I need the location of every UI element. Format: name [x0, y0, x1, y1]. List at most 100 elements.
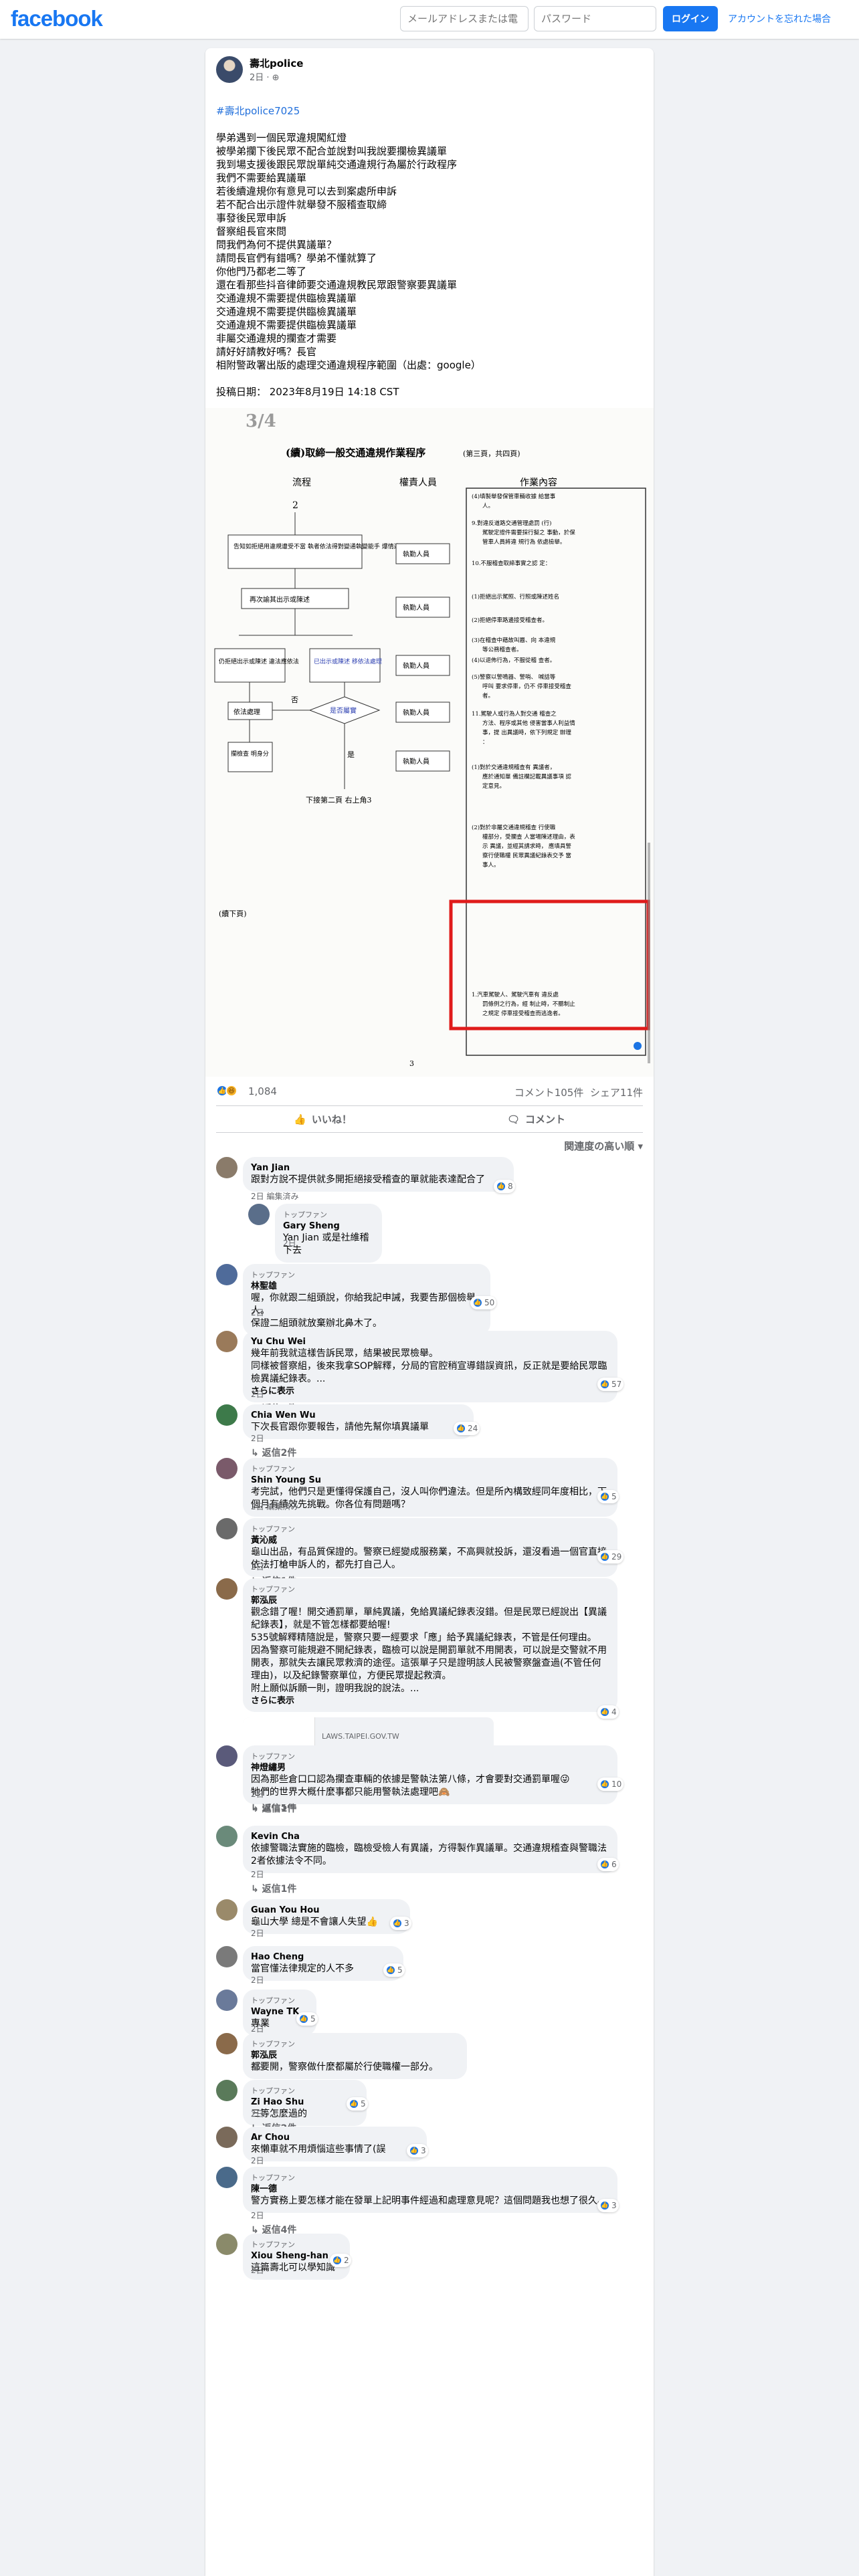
comment-meta[interactable]: 2日	[251, 2264, 264, 2276]
comment-meta[interactable]: 2日	[251, 2155, 264, 2166]
see-more-link[interactable]: さらに表示	[251, 1696, 294, 1706]
comment-reactions[interactable]: 👍 24	[454, 1422, 480, 1435]
comment-reactions[interactable]: 👍 5	[347, 2097, 368, 2111]
commenter-name[interactable]: Chia Wen Wu	[251, 1410, 466, 1421]
comment-reactions[interactable]: 👍 50	[470, 1296, 497, 1309]
commenter-name[interactable]: Hao Cheng	[251, 1951, 395, 1963]
comment-meta[interactable]: 2日	[251, 2108, 264, 2119]
like-reaction-icon: 👍	[409, 2145, 419, 2156]
comment-meta[interactable]: 2日	[283, 1237, 296, 1249]
doc-content-line: (4)以退佈行為，不服從稽 查者。	[472, 657, 555, 664]
comment-meta[interactable]: 2日	[251, 1927, 264, 1939]
commenter-name[interactable]: Shin Young Su	[251, 1475, 609, 1486]
post-hashtag[interactable]: #壽北police7025	[216, 105, 300, 117]
comment-reactions[interactable]: 👍 3	[390, 1917, 411, 1930]
commenter-avatar[interactable]	[216, 1157, 237, 1178]
speech-bubble-icon: 🗨	[506, 1113, 520, 1125]
post-image-document[interactable]: 3/4 (續)取締一般交通違規作業程序 (第三頁，共四頁) 流程 權責人員 作業…	[205, 408, 654, 1077]
comment-meta[interactable]: 2日 編集済み	[251, 1190, 298, 1202]
commenter-avatar[interactable]	[216, 2167, 237, 2188]
reaction-icons[interactable]: 👍 😆	[216, 1085, 237, 1097]
comment-meta[interactable]: 2日	[251, 2061, 264, 2072]
comment-meta[interactable]: 2日	[251, 1974, 264, 1985]
comment-meta[interactable]: 2日	[251, 1868, 264, 1880]
commenter-avatar[interactable]	[216, 1331, 237, 1352]
commenter-name[interactable]: 郭泓辰	[251, 1595, 609, 1606]
commenter-name[interactable]: 黃沁威	[251, 1535, 609, 1546]
comment-meta[interactable]: 2日 編集済み	[251, 1501, 298, 1512]
commenter-avatar[interactable]	[216, 1826, 237, 1847]
commenter-avatar[interactable]	[216, 1404, 237, 1426]
commenter-avatar[interactable]	[216, 1518, 237, 1539]
commenter-name[interactable]: Yan Jian	[251, 1162, 506, 1174]
password-input[interactable]	[534, 6, 656, 31]
commenter-avatar[interactable]	[216, 1745, 237, 1767]
comment-bubble: Hao Cheng 當官懂法律規定的人不多	[243, 1946, 403, 1981]
comment-meta[interactable]: 2日	[251, 1307, 264, 1318]
commenter-avatar[interactable]	[216, 1899, 237, 1921]
view-replies-link[interactable]: ↳ 返信1件	[251, 1882, 296, 1895]
comment-reactions[interactable]: 👍 8	[494, 1180, 515, 1193]
commenter-name[interactable]: Kevin Cha	[251, 1831, 609, 1842]
post-author[interactable]: 壽北police	[250, 56, 303, 70]
comment-button[interactable]: 🗨 コメント	[430, 1106, 643, 1132]
comment-reactions[interactable]: 👍 3	[597, 2199, 619, 2212]
commenter-avatar[interactable]	[216, 1264, 237, 1285]
share-count: シェア11件	[589, 1087, 643, 1099]
commenter-name[interactable]: Guan You Hou	[251, 1905, 402, 1916]
commenter-name[interactable]: 陳一德	[251, 2183, 609, 2195]
commenter-avatar[interactable]	[216, 2080, 237, 2101]
commenter-avatar[interactable]	[216, 2234, 237, 2255]
commenter-avatar[interactable]	[216, 1990, 237, 2011]
commenter-name[interactable]: 郭泓辰	[251, 2050, 459, 2061]
page-avatar[interactable]	[216, 56, 243, 83]
comment-bubble: トップファン 黃沁威 龜山出品，有品質保證的。警察已經變成服務業，不高興就投訴，還沒…	[243, 1518, 617, 1577]
post-timestamp[interactable]: 2日 · ⊕	[250, 70, 280, 83]
comment-reactions[interactable]: 👍 5	[296, 2012, 318, 2026]
comment-meta[interactable]: 2日	[251, 1561, 264, 1572]
commenter-name[interactable]: 林聖雄	[251, 1281, 482, 1292]
commenter-name[interactable]: Xiou Sheng-han	[251, 2250, 342, 2262]
comment-reaction-count: 57	[611, 1380, 622, 1389]
commenter-avatar[interactable]	[216, 2033, 237, 2054]
commenter-avatar[interactable]	[216, 1578, 237, 1600]
comment-sort-dropdown[interactable]: 関連度の高い順 ▾	[205, 1133, 654, 1157]
view-replies-link[interactable]: ↳ 返信2件	[251, 1446, 296, 1459]
commenter-name[interactable]: Yu Chu Wei	[251, 1336, 609, 1348]
reaction-count[interactable]: 1,084	[248, 1085, 277, 1097]
doc-red-highlight-box	[449, 899, 650, 1031]
comment-reactions[interactable]: 👍 10	[597, 1778, 624, 1791]
like-button[interactable]: 👍 いいね！	[216, 1106, 430, 1132]
comment-reactions[interactable]: 👍 2	[330, 2254, 351, 2267]
commenter-avatar[interactable]	[216, 1946, 237, 1967]
commenter-name[interactable]: 神燈繡男	[251, 1762, 609, 1774]
commenter-avatar[interactable]	[216, 1458, 237, 1479]
comment-reactions[interactable]: 👍 5	[383, 1963, 405, 1977]
comment-reactions[interactable]: 👍 57	[597, 1378, 624, 1391]
forgot-account-link[interactable]: アカウントを忘れた場合	[728, 12, 831, 25]
commenter-name[interactable]: Ar Chou	[251, 2132, 419, 2143]
comment-bubble: Chia Wen Wu 下次長官跟你要報告，請他先幫你填異議單	[243, 1404, 474, 1439]
thumbs-up-icon: 👍	[294, 1113, 306, 1125]
login-button[interactable]: ログイン	[663, 6, 718, 31]
view-replies-link[interactable]: ↳ 返信1件	[251, 1802, 296, 1815]
comment-reactions[interactable]: 👍 3	[407, 2144, 428, 2157]
commenter-avatar[interactable]	[248, 1204, 270, 1225]
comment-reactions[interactable]: 👍 5	[597, 1490, 619, 1503]
comment-reactions[interactable]: 👍 29	[597, 1550, 624, 1564]
comment-meta[interactable]: 2日	[251, 2210, 264, 2221]
commenter-name[interactable]: Gary Sheng	[283, 1220, 374, 1232]
comment-bubble: トップファン Gary Sheng Yan Jian 或是社維稽下去	[275, 1204, 382, 1263]
comment-reactions[interactable]: 👍 6	[597, 1858, 619, 1871]
top-fan-badge: トップファン	[251, 2173, 295, 2182]
commenter-avatar[interactable]	[216, 2127, 237, 2148]
commenter-name[interactable]: Zi Hao Shu	[251, 2097, 359, 2108]
comment-meta[interactable]: 2日	[251, 1388, 264, 1400]
comment-meta[interactable]: 2日	[251, 1432, 264, 1444]
facebook-logo[interactable]: facebook	[11, 6, 103, 31]
top-fan-badge: トップファン	[251, 2040, 295, 2048]
email-input[interactable]	[400, 6, 529, 31]
comment-reactions[interactable]: 👍 4	[597, 1705, 619, 1719]
comment-meta[interactable]: 2日	[251, 1788, 264, 1800]
comment-share-counts[interactable]: コメント105件 シェア11件	[514, 1085, 643, 1099]
